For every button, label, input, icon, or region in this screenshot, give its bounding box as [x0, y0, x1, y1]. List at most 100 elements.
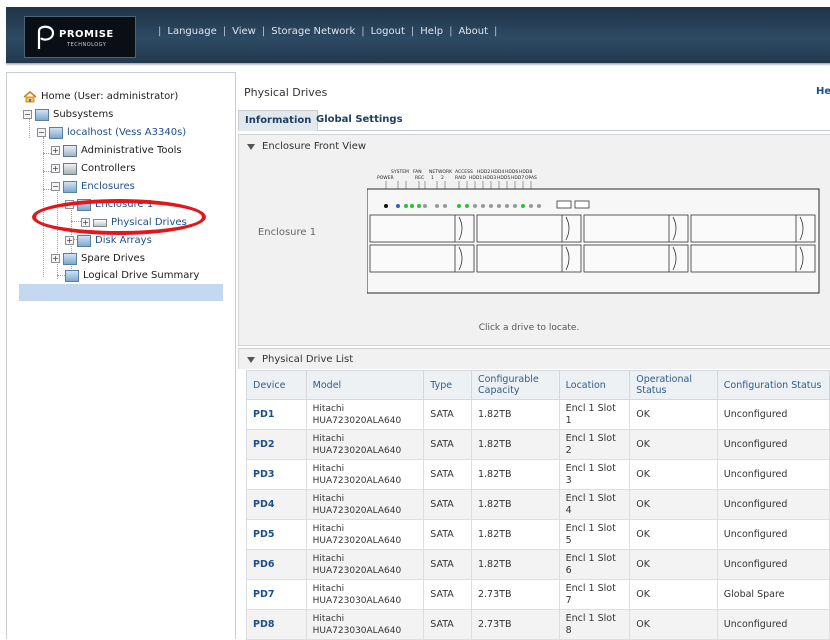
location-cell: Encl 1 Slot 1 — [558, 399, 631, 430]
tree-item-admin-tools[interactable]: + Administrative Tools — [51, 142, 182, 159]
drive-list-section-header[interactable]: Physical Drive List — [238, 348, 830, 369]
tab-information[interactable]: Information — [238, 110, 319, 131]
tree-label-enclosures: Enclosures — [81, 181, 135, 192]
drive-bay[interactable] — [583, 214, 689, 243]
location-cell: Encl 1 Slot 2 — [558, 429, 631, 460]
tree-item-subsystems[interactable]: − Subsystems — [23, 106, 113, 123]
type-cell: SATA — [423, 489, 472, 520]
tab-global-settings[interactable]: Global Settings — [310, 110, 409, 129]
device-cell[interactable]: PD3 — [246, 459, 307, 490]
expand-toggle[interactable]: + — [51, 254, 60, 263]
table-row[interactable]: PD8 Hitachi HUA723030ALA640 SATA 2.73TB Encl … — [246, 609, 830, 640]
controller-icon — [63, 162, 77, 175]
location-cell: Encl 1 Slot 8 — [558, 609, 631, 640]
column-header[interactable]: Location — [558, 370, 631, 400]
drive-bay[interactable] — [476, 214, 582, 243]
nav-help[interactable]: Help — [420, 26, 443, 37]
device-cell[interactable]: PD4 — [246, 489, 307, 520]
table-row[interactable]: PD7 Hitachi HUA723030ALA640 SATA 2.73TB Encl … — [246, 579, 830, 610]
promise-logo-mark — [37, 25, 55, 49]
collapse-toggle[interactable]: − — [23, 110, 32, 119]
column-header[interactable]: Model — [305, 370, 425, 400]
column-header[interactable]: Configurable Capacity — [470, 370, 560, 400]
column-header[interactable]: Operational Status — [629, 370, 718, 400]
tools-icon — [63, 144, 77, 157]
indicator-label: HDD7 — [511, 175, 524, 181]
drive-bay[interactable] — [476, 244, 582, 273]
collapse-triangle-icon — [247, 143, 255, 150]
capacity-cell: 1.82TB — [470, 459, 560, 490]
enclosure-icon — [63, 180, 77, 193]
table-row[interactable]: PD3 Hitachi HUA723020ALA640 SATA 1.82TB Encl … — [246, 459, 830, 490]
column-header[interactable]: Configuration Status — [716, 370, 830, 400]
drive-bay[interactable] — [690, 214, 816, 243]
subsystems-icon — [35, 108, 49, 121]
indicator-labels: SYSTEM FAN NETWORK ACCESS HDD2 HDD4 HDD6… — [377, 169, 537, 181]
help-link[interactable]: He — [816, 86, 830, 97]
model-cell: Hitachi HUA723020ALA640 — [305, 429, 425, 460]
annotation-ellipse — [32, 199, 206, 235]
tree-item-enclosures[interactable]: − Enclosures — [51, 178, 135, 195]
operational-status-cell: OK — [629, 549, 718, 580]
capacity-cell: 2.73TB — [470, 609, 560, 640]
configuration-status-cell: Unconfigured — [716, 519, 830, 550]
table-row[interactable]: PD2 Hitachi HUA723020ALA640 SATA 1.82TB Encl … — [246, 429, 830, 460]
device-cell[interactable]: PD6 — [246, 549, 307, 580]
operational-status-cell: OK — [629, 609, 718, 640]
indicator-label: HDD5 — [497, 175, 510, 181]
main-content: Physical Drives He Information Global Se… — [236, 72, 830, 640]
expand-toggle[interactable]: + — [65, 236, 74, 245]
model-vendor: Hitachi — [312, 403, 345, 414]
table-row[interactable]: PD6 Hitachi HUA723020ALA640 SATA 1.82TB Encl … — [246, 549, 830, 580]
column-header[interactable]: Type — [423, 370, 472, 400]
configuration-status-cell: Unconfigured — [716, 549, 830, 580]
enclosure-heading: Enclosure Front View — [262, 141, 367, 152]
tree-item-controllers[interactable]: + Controllers — [51, 160, 135, 177]
capacity-cell: 1.82TB — [470, 429, 560, 460]
model-number: HUA723020ALA640 — [312, 415, 402, 426]
model-number: HUA723020ALA640 — [312, 475, 402, 486]
collapse-toggle[interactable]: − — [37, 128, 46, 137]
device-cell[interactable]: PD8 — [246, 609, 307, 640]
tree-item-home[interactable]: Home (User: administrator) — [23, 88, 178, 105]
nav-view[interactable]: View — [232, 26, 256, 37]
type-cell: SATA — [423, 399, 472, 430]
expand-toggle[interactable]: + — [51, 164, 60, 173]
drive-bay[interactable] — [369, 214, 475, 243]
indicator-label: OPAS — [525, 175, 537, 181]
server-icon — [49, 126, 63, 139]
home-icon — [23, 90, 37, 102]
column-header[interactable]: Device — [246, 370, 307, 400]
drive-bay[interactable] — [583, 244, 689, 273]
table-row[interactable]: PD4 Hitachi HUA723020ALA640 SATA 1.82TB Encl … — [246, 489, 830, 520]
model-cell: Hitachi HUA723030ALA640 — [305, 609, 425, 640]
type-cell: SATA — [423, 609, 472, 640]
indicator-label: HDD3 — [483, 175, 496, 181]
tree-item-spare-drives[interactable]: + Spare Drives — [51, 250, 145, 267]
model-vendor: Hitachi — [312, 613, 345, 624]
model-cell: Hitachi HUA723020ALA640 — [305, 399, 425, 430]
location-cell: Encl 1 Slot 4 — [558, 489, 631, 520]
device-cell[interactable]: PD2 — [246, 429, 307, 460]
table-row[interactable]: PD1 Hitachi HUA723020ALA640 SATA 1.82TB Encl … — [246, 399, 830, 430]
nav-about[interactable]: About — [458, 26, 488, 37]
tree-label-spare-drives: Spare Drives — [81, 253, 145, 264]
nav-language[interactable]: Language — [167, 26, 216, 37]
type-cell: SATA — [423, 459, 472, 490]
tree-item-localhost[interactable]: − localhost (Vess A3340s) — [37, 124, 186, 141]
device-cell[interactable]: PD7 — [246, 579, 307, 610]
table-row[interactable]: PD5 Hitachi HUA723020ALA640 SATA 1.82TB Encl … — [246, 519, 830, 550]
drive-bay[interactable] — [690, 244, 816, 273]
promise-logo: PROMISE TECHNOLOGY — [24, 16, 136, 58]
expand-toggle[interactable]: + — [51, 146, 60, 155]
nav-storage-network[interactable]: Storage Network — [271, 26, 355, 37]
tree-item-logical-drive-summary[interactable]: Logical Drive Summary — [65, 267, 199, 284]
drive-bay[interactable] — [369, 244, 475, 273]
enclosure-chassis-diagram: SYSTEM FAN NETWORK ACCESS HDD2 HDD4 HDD6… — [367, 169, 820, 294]
enclosure-section-header[interactable]: Enclosure Front View — [247, 141, 366, 152]
nav-logout[interactable]: Logout — [371, 26, 405, 37]
capacity-cell: 2.73TB — [470, 579, 560, 610]
collapse-toggle[interactable]: − — [51, 182, 60, 191]
device-cell[interactable]: PD1 — [246, 399, 307, 430]
device-cell[interactable]: PD5 — [246, 519, 307, 550]
